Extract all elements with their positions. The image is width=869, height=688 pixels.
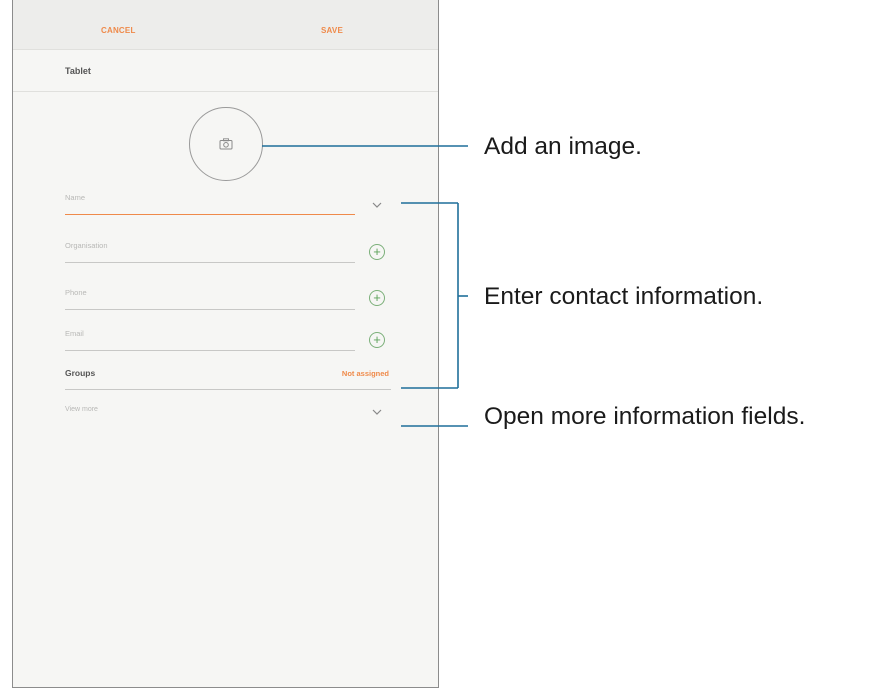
- callout-open-more: Open more information fields.: [484, 403, 806, 430]
- callout-add-image: Add an image.: [484, 133, 642, 160]
- callout-enter-contact: Enter contact information.: [484, 283, 764, 310]
- callout-lines: [262, 145, 468, 427]
